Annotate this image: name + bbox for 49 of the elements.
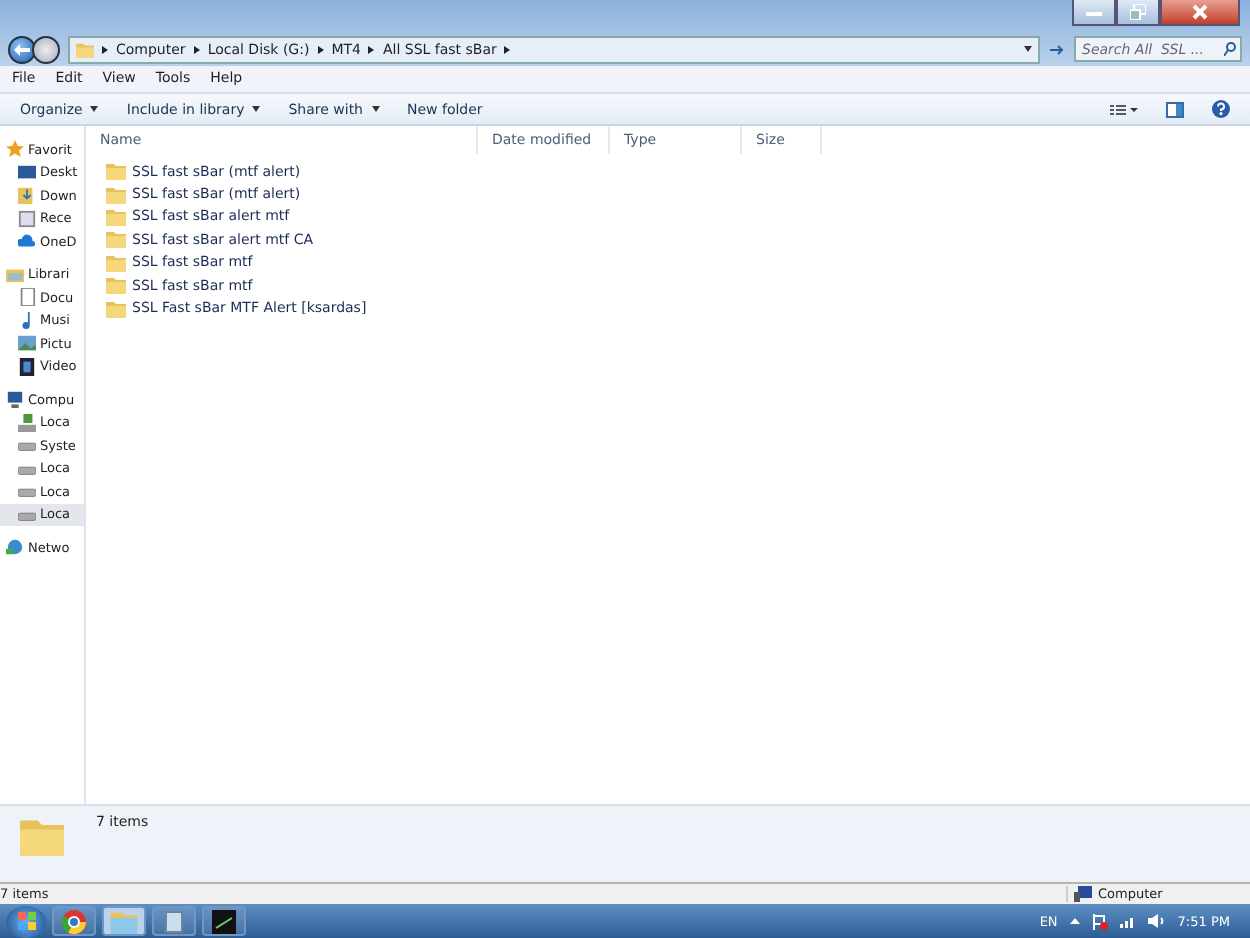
star-icon — [6, 140, 24, 159]
signal-icon[interactable] — [1119, 914, 1136, 928]
start-button[interactable] — [6, 905, 46, 937]
film-icon — [18, 357, 36, 376]
library-icon — [6, 265, 24, 284]
forward-button[interactable] — [32, 35, 60, 63]
search-icon — [1224, 42, 1236, 56]
download-folder-icon — [18, 186, 36, 205]
folder-icon — [106, 253, 126, 272]
browser-icon — [62, 909, 86, 933]
taskbar-button[interactable] — [202, 906, 246, 936]
document-icon — [18, 288, 36, 307]
help-icon[interactable] — [1212, 100, 1230, 118]
folder-icon — [106, 207, 126, 226]
close-icon — [1192, 4, 1208, 20]
folder-icon — [76, 41, 94, 57]
picture-icon — [18, 334, 36, 353]
maximize-button[interactable] — [1116, 0, 1160, 26]
speaker-icon[interactable] — [1147, 914, 1166, 928]
folder-icon — [106, 299, 126, 318]
folder-icon — [106, 162, 126, 181]
folder-icon — [106, 276, 126, 295]
restore-icon — [1130, 4, 1146, 20]
terminal-icon — [212, 909, 236, 933]
system-drive-icon — [18, 413, 36, 432]
computer-icon — [6, 390, 24, 409]
minimize-button[interactable] — [1072, 0, 1116, 26]
monitor-icon — [18, 163, 36, 182]
folder-icon — [106, 230, 126, 249]
flag-icon[interactable] — [1091, 913, 1108, 929]
music-note-icon — [18, 311, 36, 330]
caret-icon[interactable] — [1069, 918, 1080, 924]
minimize-icon — [1086, 9, 1102, 15]
network-icon — [6, 538, 24, 557]
view-options-icon[interactable] — [1110, 103, 1138, 115]
cloud-icon — [18, 232, 36, 251]
taskbar-button[interactable] — [52, 906, 96, 936]
back-arrow-icon — [14, 43, 30, 55]
preview-pane-icon[interactable] — [1166, 101, 1184, 117]
refresh-icon[interactable] — [1048, 41, 1066, 57]
close-button[interactable] — [1160, 0, 1240, 26]
computer-icon — [1074, 886, 1092, 902]
windows-logo-icon — [17, 912, 35, 930]
folder-icon — [106, 185, 126, 204]
back-button[interactable] — [8, 35, 36, 63]
window-icon — [162, 909, 186, 933]
folder-icon — [110, 909, 138, 933]
taskbar-button[interactable] — [152, 906, 196, 936]
recent-places-icon — [18, 209, 36, 228]
